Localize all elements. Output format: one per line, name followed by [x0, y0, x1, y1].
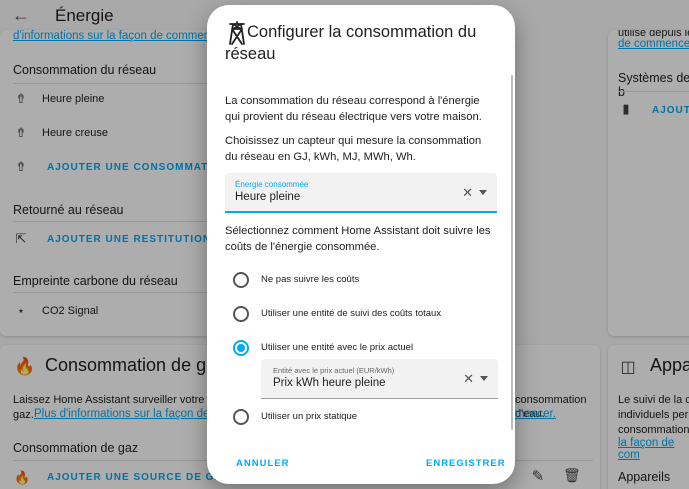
- radio-label: Ne pas suivre les coûts: [261, 274, 360, 285]
- cost-option-price-entity[interactable]: Utiliser une entité avec le prix actuel: [233, 340, 493, 358]
- dropdown-arrow-icon[interactable]: [479, 190, 487, 195]
- cost-option-total-entity[interactable]: Utiliser une entité de suivi des coûts t…: [233, 306, 493, 324]
- radio-button[interactable]: [233, 272, 249, 288]
- clear-icon[interactable]: ✕: [462, 185, 473, 201]
- radio-button-selected[interactable]: [233, 340, 249, 356]
- dialog-sensor-help: Choisissez un capteur qui mesure la cons…: [225, 135, 482, 163]
- price-entity-select[interactable]: Entité avec le prix actuel (EUR/kWh) Pri…: [261, 359, 498, 399]
- radio-label: Utiliser une entité avec le prix actuel: [261, 342, 414, 353]
- radio-button[interactable]: [233, 409, 249, 425]
- cancel-button[interactable]: ANNULER: [236, 458, 289, 469]
- cost-option-none[interactable]: Ne pas suivre les coûts: [233, 272, 493, 290]
- dialog-scrollbar[interactable]: [511, 75, 513, 430]
- clear-icon[interactable]: ✕: [463, 371, 474, 387]
- dropdown-arrow-icon[interactable]: [480, 376, 488, 381]
- field-value: Prix kWh heure pleine: [273, 377, 386, 389]
- dialog-title: Configurer la consommation du réseau: [225, 23, 477, 63]
- dialog-description: La consommation du réseau correspond à l…: [225, 95, 482, 123]
- grid-consumption-dialog: Configurer la consommation du réseau La …: [207, 5, 515, 484]
- cost-option-static-price[interactable]: Utiliser un prix statique: [233, 409, 493, 427]
- save-button[interactable]: ENREGISTRER: [426, 458, 506, 469]
- radio-label: Utiliser une entité de suivi des coûts t…: [261, 308, 442, 319]
- radio-label: Utiliser un prix statique: [261, 411, 358, 422]
- field-label: Entité avec le prix actuel (EUR/kWh): [273, 366, 395, 375]
- field-value: Heure pleine: [235, 191, 301, 203]
- field-label: Énergie consommée: [235, 180, 309, 189]
- dialog-cost-help: Sélectionnez comment Home Assistant doit…: [225, 225, 491, 253]
- energy-sensor-select[interactable]: Énergie consommée Heure pleine ✕: [225, 173, 497, 213]
- radio-button[interactable]: [233, 306, 249, 322]
